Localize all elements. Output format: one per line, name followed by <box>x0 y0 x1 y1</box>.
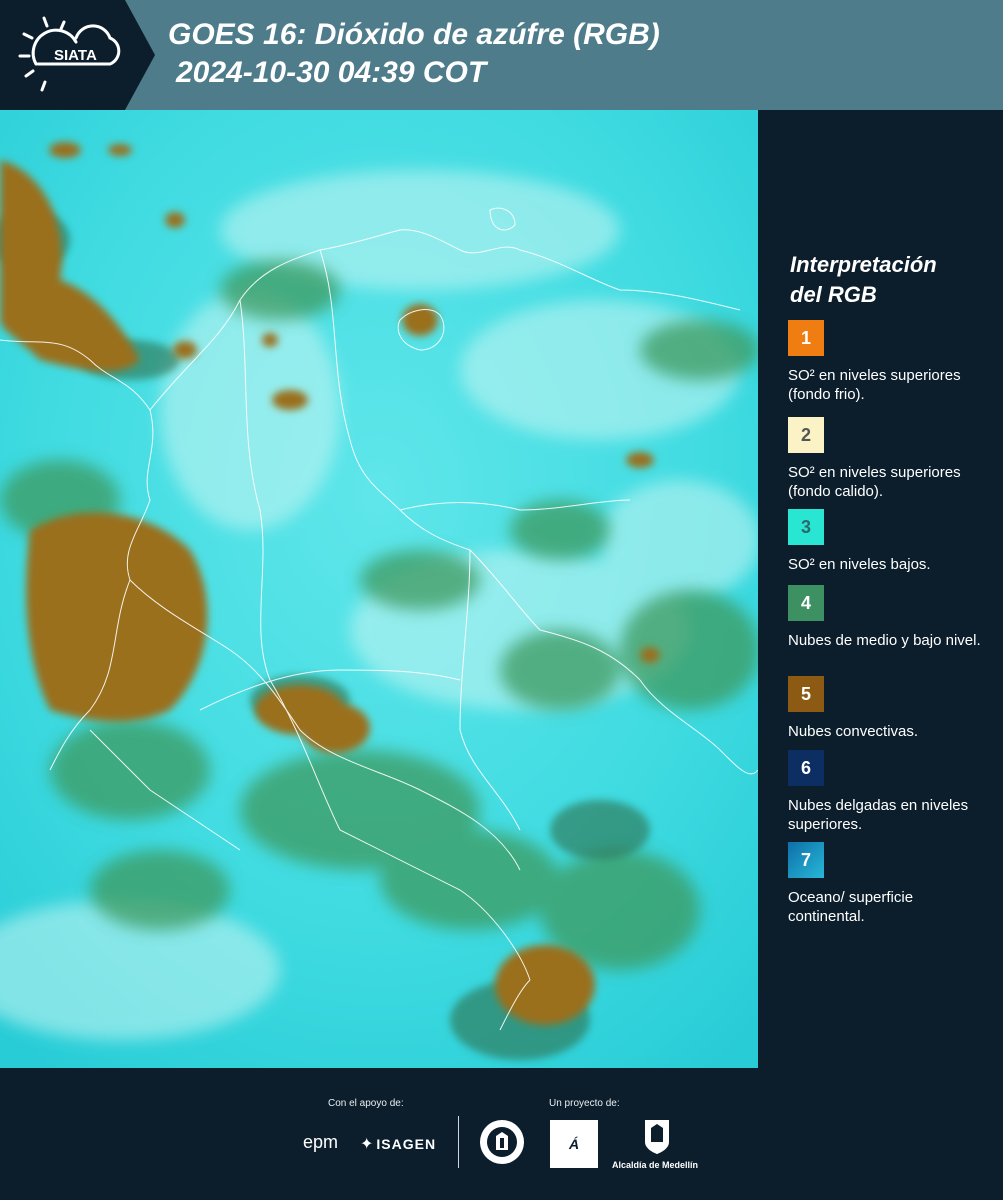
legend-swatch: 2 <box>788 417 824 453</box>
legend-item: 6 Nubes delgadas en niveles superiores. <box>788 750 993 834</box>
siata-logo: SIATA <box>18 16 121 92</box>
legend-swatch: 1 <box>788 320 824 356</box>
alcaldia-caption: Alcaldía de Medellín <box>612 1160 699 1170</box>
isagen-star-icon: ✦ <box>360 1136 374 1153</box>
siata-logo-text: SIATA <box>54 47 97 64</box>
area-metropolitana-logo: Á <box>550 1120 598 1168</box>
legend-label: SO² en niveles bajos. <box>788 556 931 573</box>
footer-divider <box>458 1116 459 1168</box>
legend-title: Interpretación del RGB <box>790 250 990 310</box>
legend-swatch: 6 <box>788 750 824 786</box>
legend-label: Nubes de medio y bajo nivel. <box>788 632 981 649</box>
header: SIATA GOES 16: Dióxido de azúfre (RGB) 2… <box>0 0 1003 110</box>
epm-logo: epm <box>303 1132 339 1152</box>
legend-title-line-1: Interpretación <box>790 252 937 277</box>
legend-title-line-2: del RGB <box>790 282 877 307</box>
legend-item: 4 Nubes de medio y bajo nivel. <box>788 585 993 650</box>
legend-item: 5 Nubes convectivas. <box>788 676 993 741</box>
legend-label: SO² en niveles superiores (fondo frio). <box>788 367 961 403</box>
legend-item: 1 SO² en niveles superiores (fondo frio)… <box>788 320 993 404</box>
satellite-imagery <box>0 110 758 1068</box>
page-title: GOES 16: Dióxido de azúfre (RGB) 2024-10… <box>168 16 660 92</box>
legend-label: Oceano/ superficie continental. <box>788 889 914 925</box>
legend-swatch: 3 <box>788 509 824 545</box>
legend-item: 7 Oceano/ superficie continental. <box>788 842 993 926</box>
legend-swatch: 7 <box>788 842 824 878</box>
support-label: Con el apoyo de: <box>328 1098 404 1109</box>
legend-label: SO² en niveles superiores (fondo calido)… <box>788 464 961 500</box>
legend-item: 2 SO² en niveles superiores (fondo calid… <box>788 417 993 501</box>
legend-label: Nubes convectivas. <box>788 723 919 740</box>
legend-panel: Interpretación del RGB 1 SO² en niveles … <box>758 110 1003 1068</box>
satellite-map[interactable] <box>0 110 758 1068</box>
footer: Con el apoyo de: Un proyecto de: epm ✦ I… <box>0 1068 1003 1200</box>
isagen-text: ISAGEN <box>376 1136 437 1152</box>
legend-swatch: 4 <box>788 585 824 621</box>
medellin-seal-icon <box>480 1120 524 1164</box>
title-line-1: GOES 16: Dióxido de azúfre (RGB) <box>168 18 660 51</box>
legend-swatch: 5 <box>788 676 824 712</box>
title-line-2: 2024-10-30 04:39 COT <box>176 56 487 89</box>
alcaldia-shield-icon <box>645 1120 669 1154</box>
isagen-logo: ✦ ISAGEN <box>360 1134 436 1154</box>
project-label: Un proyecto de: <box>549 1098 620 1109</box>
legend-label: Nubes delgadas en niveles superiores. <box>788 797 969 833</box>
legend-item: 3 SO² en niveles bajos. <box>788 509 993 574</box>
header-chevron <box>125 0 155 110</box>
